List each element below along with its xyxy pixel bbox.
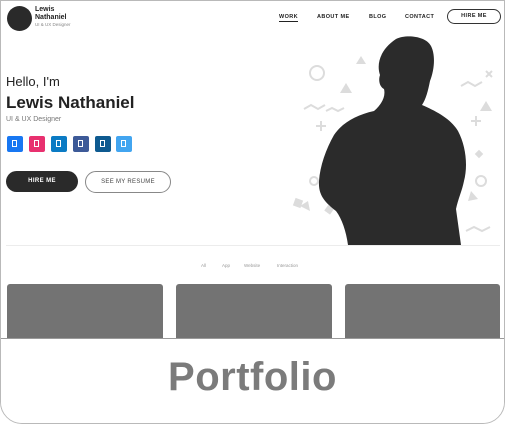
instagram-icon[interactable] [73,136,89,152]
behance-icon[interactable] [51,136,67,152]
avatar[interactable] [7,6,32,31]
nav-contact[interactable]: CONTACT [405,14,434,20]
nav-about-me[interactable]: ABOUT ME [317,14,350,20]
hero-illustration [292,36,493,245]
dribbble-icon[interactable] [29,136,45,152]
linkedin-icon[interactable] [95,136,111,152]
nav-blog[interactable]: BLOG [369,14,387,20]
filter-interaction[interactable]: Interaction [277,263,298,268]
filter-website[interactable]: Website [244,263,260,268]
hero-greeting: Hello, I'm [6,74,60,89]
brand-subtitle: UI & UX Designer [35,22,71,27]
see-resume-button[interactable]: SEE MY RESUME [85,171,171,193]
nav-work[interactable]: WORK [279,14,299,22]
twitter-icon[interactable] [116,136,132,152]
person-silhouette [318,36,466,245]
hire-me-nav-button[interactable]: HIRE ME [447,9,501,24]
portfolio-card[interactable] [176,284,332,344]
section-divider [6,245,500,246]
hero-role: UI & UX Designer [6,116,62,123]
brand-name: Lewis Nathaniel [35,6,67,21]
hire-me-button[interactable]: HIRE ME [6,171,78,192]
portfolio-window: Lewis Nathaniel UI & UX Designer WORK AB… [0,0,505,424]
hero-name: Lewis Nathaniel [6,93,135,112]
banner-title: Portfolio [168,355,337,399]
facebook-icon[interactable] [7,136,23,152]
portfolio-card[interactable] [345,284,500,344]
filter-app[interactable]: App [222,263,230,268]
portfolio-card[interactable] [7,284,163,344]
filter-all[interactable]: All [201,263,206,268]
